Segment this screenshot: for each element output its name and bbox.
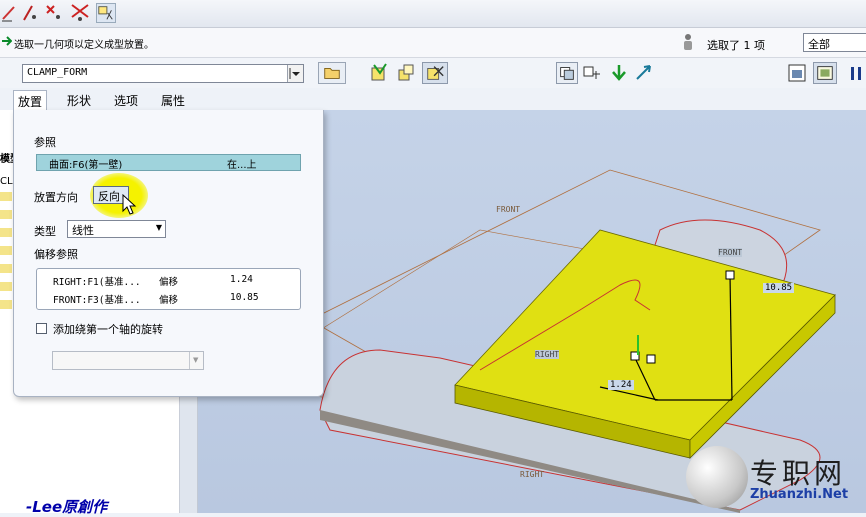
author-credit: -Lee原創作	[26, 498, 108, 516]
pause-icon[interactable]	[846, 62, 866, 84]
chevron-down-icon[interactable]: ▼	[156, 223, 162, 232]
watermark-url: Zhuanzhi.Net	[750, 487, 849, 502]
table-row[interactable]: FRONT:F3(基准... 偏移 10.85	[53, 292, 293, 306]
dimension-value[interactable]: 1.24	[608, 380, 634, 390]
open-folder-icon[interactable]	[318, 62, 346, 84]
offset-reference-table: RIGHT:F1(基准... 偏移 1.24 FRONT:F3(基准... 偏移…	[36, 268, 301, 310]
layer-view-icon[interactable]	[556, 62, 578, 84]
dimension-value[interactable]: 10.85	[763, 283, 795, 293]
assembly-view-icon[interactable]	[395, 62, 417, 84]
message-bar: 选取一几何项以定义成型放置。 选取了 1 项 全部	[0, 28, 866, 58]
exclude-ref-icon[interactable]	[422, 62, 448, 84]
trim-icon[interactable]	[70, 3, 90, 23]
sketch-line-icon[interactable]	[20, 3, 40, 23]
top-toolbar	[0, 0, 866, 28]
preview-icon[interactable]	[813, 62, 837, 84]
chevron-down-icon: ▼	[189, 352, 203, 369]
type-label: 类型	[34, 225, 56, 238]
orientation-label: 放置方向	[34, 191, 78, 204]
reference-collector[interactable]: 曲面:F6(第一壁) 在...上	[36, 154, 301, 171]
diagonal-arrow-icon[interactable]	[633, 62, 655, 84]
drag-handle[interactable]	[725, 270, 735, 280]
selection-count: 选取了 1 项	[707, 39, 765, 52]
offset-value[interactable]: 10.85	[230, 292, 259, 303]
plane-label: FRONT	[718, 248, 743, 257]
offset-ref: RIGHT:F1(基准...	[53, 277, 141, 288]
table-row[interactable]: RIGHT:F1(基准... 偏移 1.24	[53, 274, 293, 288]
watermark-title: 专职网	[750, 457, 847, 490]
rotation-checkbox[interactable]	[36, 323, 47, 334]
drag-handle[interactable]	[646, 354, 656, 364]
status-person-icon	[684, 34, 692, 50]
tab-options[interactable]: 选项	[110, 90, 142, 110]
reference-relation[interactable]: 在...上	[227, 156, 257, 171]
rotation-axis-select[interactable]: ▼	[52, 351, 204, 370]
offset-value[interactable]: 1.24	[230, 274, 253, 285]
mouse-cursor-icon	[122, 194, 137, 215]
tab-placement[interactable]: 放置	[13, 90, 48, 110]
tab-properties[interactable]: 属性	[157, 90, 189, 110]
offset-ref: FRONT:F3(基准...	[53, 295, 141, 306]
offset-heading: 偏移参照	[34, 248, 78, 261]
reference-item: 曲面:F6(第一壁)	[49, 160, 123, 171]
offset-kind[interactable]: 偏移	[159, 274, 178, 288]
delete-sketch-icon[interactable]	[44, 3, 64, 23]
pencil-icon[interactable]	[0, 3, 20, 23]
plane-label: RIGHT	[535, 350, 560, 359]
tree-feature-icons[interactable]	[0, 192, 12, 312]
part-name-value: CLAMP_FORM	[27, 67, 88, 78]
plane-label: FRONT	[496, 205, 521, 214]
rotation-checkbox-label: 添加绕第一个轴的旋转	[53, 323, 163, 336]
reference-heading: 参照	[34, 136, 56, 149]
prompt-arrow-icon	[2, 36, 12, 46]
display-toggle-icon[interactable]	[96, 3, 116, 23]
tree-item-fragment: CL	[0, 176, 13, 187]
green-arrow-down-icon[interactable]	[608, 62, 630, 84]
pause-preview-icon[interactable]	[786, 62, 808, 84]
placement-panel: 参照 曲面:F6(第一壁) 在...上 放置方向 反向 类型 线性 ▼ 偏移参照…	[13, 110, 324, 397]
plane-label: RIGHT	[520, 470, 545, 479]
type-select[interactable]: 线性 ▼	[67, 220, 166, 238]
datum-view-icon[interactable]	[581, 62, 603, 84]
prompt-message: 选取一几何项以定义成型放置。	[14, 40, 154, 51]
reference-model-icon[interactable]	[368, 62, 390, 84]
feature-dashboard: CLAMP_FORM	[0, 58, 866, 88]
tab-shape[interactable]: 形状	[63, 90, 95, 110]
dashboard-tabs: 放置 形状 选项 属性	[0, 88, 330, 110]
selection-filter-select[interactable]: 全部	[803, 33, 866, 52]
offset-kind[interactable]: 偏移	[159, 292, 178, 306]
part-name-select[interactable]: CLAMP_FORM	[22, 64, 304, 83]
chevron-down-icon[interactable]	[287, 65, 303, 82]
type-value: 线性	[72, 224, 94, 237]
watermark-ball-logo	[686, 446, 748, 508]
